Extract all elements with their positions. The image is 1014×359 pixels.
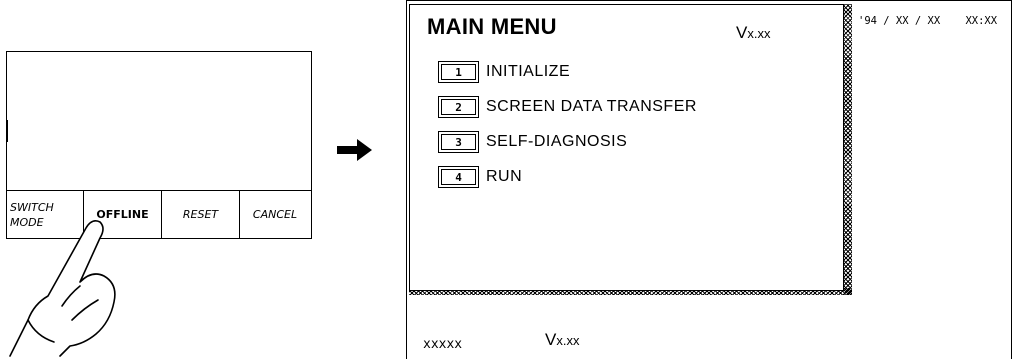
menu-item-label: RUN <box>486 168 523 185</box>
menu-item-run[interactable]: 4 RUN <box>438 166 522 188</box>
window-shadow-right <box>844 4 852 295</box>
menu-key-4[interactable]: 4 <box>438 166 479 188</box>
version-label: Vx.xx <box>736 23 770 43</box>
date-time-display: '94 / XX / XX XX:XX <box>858 15 998 27</box>
version-prefix: V <box>736 23 748 42</box>
status-version-prefix: V <box>545 330 557 349</box>
status-version-label: Vx.xx <box>545 330 579 350</box>
menu-key-2[interactable]: 2 <box>438 96 479 118</box>
menu-item-initialize[interactable]: 1 INITIALIZE <box>438 61 570 83</box>
menu-key-1[interactable]: 1 <box>438 61 479 83</box>
cancel-key-label: CANCEL <box>252 208 298 221</box>
main-menu-title: MAIN MENU <box>427 14 557 39</box>
version-number: x.xx <box>747 26 771 41</box>
status-version-number: x.xx <box>556 333 580 348</box>
menu-key-3[interactable]: 3 <box>438 131 479 153</box>
menu-item-label: SELF-DIAGNOSIS <box>486 133 628 150</box>
menu-item-screen-data-transfer[interactable]: 2 SCREEN DATA TRANSFER <box>438 96 697 118</box>
menu-item-label: SCREEN DATA TRANSFER <box>486 98 697 115</box>
reset-key-label: RESET <box>182 208 219 221</box>
panel-edge-mark <box>6 120 8 142</box>
right-arrow-icon <box>337 139 372 161</box>
menu-item-self-diagnosis[interactable]: 3 SELF-DIAGNOSIS <box>438 131 627 153</box>
cancel-key[interactable]: CANCEL <box>240 191 310 238</box>
pointing-hand-icon <box>9 220 116 357</box>
menu-item-label: INITIALIZE <box>486 63 571 80</box>
model-name: xxxxx <box>423 337 463 352</box>
reset-key[interactable]: RESET <box>162 191 240 238</box>
